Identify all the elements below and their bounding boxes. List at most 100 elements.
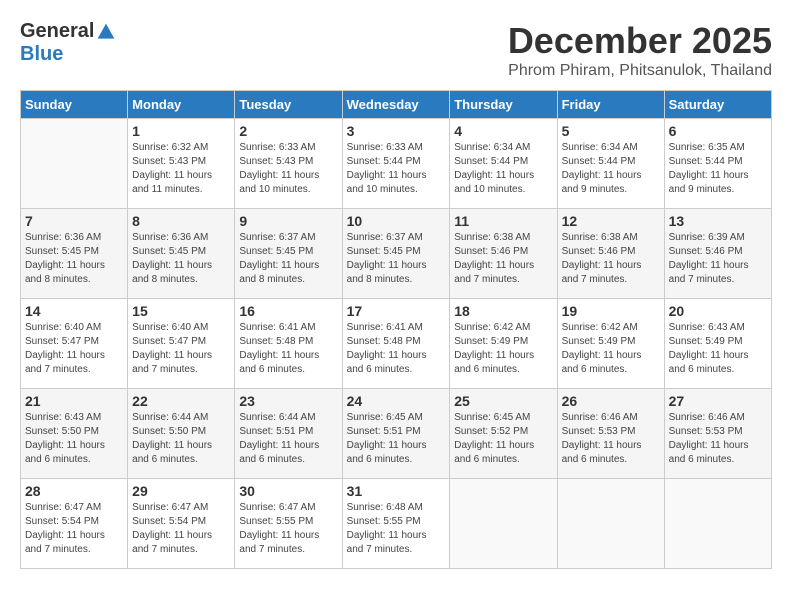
day-info: Sunrise: 6:45 AMSunset: 5:52 PMDaylight:… — [454, 411, 552, 467]
calendar-cell: 8 Sunrise: 6:36 AMSunset: 5:45 PMDaylight… — [128, 209, 235, 299]
day-number: 18 — [454, 303, 552, 319]
day-info: Sunrise: 6:47 AMSunset: 5:54 PMDaylight:… — [25, 501, 123, 557]
calendar-cell: 15Sunrise: 6:40 AMSunset: 5:47 PMDayligh… — [128, 299, 235, 389]
day-info: Sunrise: 6:48 AMSunset: 5:55 PMDaylight:… — [347, 501, 446, 557]
day-info: Sunrise: 6:34 AMSunset: 5:44 PMDaylight:… — [562, 141, 660, 197]
day-info: Sunrise: 6:39 AMSunset: 5:46 PMDaylight:… — [669, 231, 767, 287]
day-number: 7 — [25, 213, 123, 229]
day-info: Sunrise: 6:42 AMSunset: 5:49 PMDaylight:… — [454, 321, 552, 377]
logo-general-text: General — [20, 20, 94, 43]
day-number: 5 — [562, 123, 660, 139]
calendar-cell: 26 Sunrise: 6:46 AMSunset: 5:53 PMDayligh… — [557, 389, 664, 479]
calendar-cell: 6 Sunrise: 6:35 AMSunset: 5:44 PMDaylight… — [664, 119, 771, 209]
day-info: Sunrise: 6:40 AMSunset: 5:47 PMDaylight:… — [132, 321, 230, 377]
calendar-cell: 19 Sunrise: 6:42 AMSunset: 5:49 PMDayligh… — [557, 299, 664, 389]
page-header: General Blue December 2025 Phrom Phiram,… — [20, 20, 772, 80]
day-info: Sunrise: 6:47 AMSunset: 5:54 PMDaylight:… — [132, 501, 230, 557]
day-info: Sunrise: 6:43 AMSunset: 5:49 PMDaylight:… — [669, 321, 767, 377]
day-info: Sunrise: 6:41 AMSunset: 5:48 PMDaylight:… — [347, 321, 446, 377]
calendar-table: SundayMondayTuesdayWednesdayThursdayFrid… — [20, 90, 772, 569]
day-number: 22 — [132, 393, 230, 409]
calendar-week-row: 21 Sunrise: 6:43 AMSunset: 5:50 PMDayligh… — [21, 389, 772, 479]
calendar-cell: 2Sunrise: 6:33 AMSunset: 5:43 PMDaylight… — [235, 119, 342, 209]
calendar-header-row: SundayMondayTuesdayWednesdayThursdayFrid… — [21, 91, 772, 119]
day-number: 23 — [239, 393, 337, 409]
calendar-week-row: 7 Sunrise: 6:36 AMSunset: 5:45 PMDaylight… — [21, 209, 772, 299]
day-info: Sunrise: 6:41 AMSunset: 5:48 PMDaylight:… — [239, 321, 337, 377]
day-number: 29 — [132, 483, 230, 499]
day-number: 20 — [669, 303, 767, 319]
calendar-cell: 11 Sunrise: 6:38 AMSunset: 5:46 PMDayligh… — [450, 209, 557, 299]
calendar-cell: 10 Sunrise: 6:37 AMSunset: 5:45 PMDayligh… — [342, 209, 450, 299]
calendar-cell: 7 Sunrise: 6:36 AMSunset: 5:45 PMDaylight… — [21, 209, 128, 299]
calendar-header-monday: Monday — [128, 91, 235, 119]
calendar-cell: 3 Sunrise: 6:33 AMSunset: 5:44 PMDaylight… — [342, 119, 450, 209]
day-number: 16 — [239, 303, 337, 319]
day-info: Sunrise: 6:44 AMSunset: 5:50 PMDaylight:… — [132, 411, 230, 467]
calendar-cell: 20 Sunrise: 6:43 AMSunset: 5:49 PMDayligh… — [664, 299, 771, 389]
day-info: Sunrise: 6:38 AMSunset: 5:46 PMDaylight:… — [562, 231, 660, 287]
day-info: Sunrise: 6:37 AMSunset: 5:45 PMDaylight:… — [347, 231, 446, 287]
day-number: 10 — [347, 213, 446, 229]
day-number: 9 — [239, 213, 337, 229]
day-info: Sunrise: 6:45 AMSunset: 5:51 PMDaylight:… — [347, 411, 446, 467]
day-info: Sunrise: 6:43 AMSunset: 5:50 PMDaylight:… — [25, 411, 123, 467]
day-number: 19 — [562, 303, 660, 319]
day-info: Sunrise: 6:36 AMSunset: 5:45 PMDaylight:… — [25, 231, 123, 287]
day-number: 8 — [132, 213, 230, 229]
day-number: 12 — [562, 213, 660, 229]
day-info: Sunrise: 6:44 AMSunset: 5:51 PMDaylight:… — [239, 411, 337, 467]
calendar-header-thursday: Thursday — [450, 91, 557, 119]
day-info: Sunrise: 6:36 AMSunset: 5:45 PMDaylight:… — [132, 231, 230, 287]
calendar-cell: 30 Sunrise: 6:47 AMSunset: 5:55 PMDayligh… — [235, 479, 342, 569]
calendar-header-tuesday: Tuesday — [235, 91, 342, 119]
calendar-cell — [664, 479, 771, 569]
calendar-cell: 25Sunrise: 6:45 AMSunset: 5:52 PMDayligh… — [450, 389, 557, 479]
day-number: 26 — [562, 393, 660, 409]
calendar-cell: 24Sunrise: 6:45 AMSunset: 5:51 PMDayligh… — [342, 389, 450, 479]
day-number: 31 — [347, 483, 446, 499]
day-info: Sunrise: 6:35 AMSunset: 5:44 PMDaylight:… — [669, 141, 767, 197]
calendar-cell: 12 Sunrise: 6:38 AMSunset: 5:46 PMDayligh… — [557, 209, 664, 299]
day-info: Sunrise: 6:33 AMSunset: 5:43 PMDaylight:… — [239, 141, 337, 197]
calendar-header-friday: Friday — [557, 91, 664, 119]
calendar-cell: 18 Sunrise: 6:42 AMSunset: 5:49 PMDayligh… — [450, 299, 557, 389]
day-number: 1 — [132, 123, 230, 139]
calendar-week-row: 14Sunrise: 6:40 AMSunset: 5:47 PMDayligh… — [21, 299, 772, 389]
calendar-week-row: 28 Sunrise: 6:47 AMSunset: 5:54 PMDayligh… — [21, 479, 772, 569]
calendar-cell — [557, 479, 664, 569]
day-info: Sunrise: 6:33 AMSunset: 5:44 PMDaylight:… — [347, 141, 446, 197]
calendar-cell: 1 Sunrise: 6:32 AMSunset: 5:43 PMDaylight… — [128, 119, 235, 209]
calendar-cell: 5 Sunrise: 6:34 AMSunset: 5:44 PMDaylight… — [557, 119, 664, 209]
calendar-header-saturday: Saturday — [664, 91, 771, 119]
day-number: 3 — [347, 123, 446, 139]
location-subtitle: Phrom Phiram, Phitsanulok, Thailand — [508, 62, 772, 80]
logo-icon — [96, 22, 116, 42]
calendar-cell: 29 Sunrise: 6:47 AMSunset: 5:54 PMDayligh… — [128, 479, 235, 569]
logo-blue-text: Blue — [20, 43, 63, 66]
calendar-cell: 17 Sunrise: 6:41 AMSunset: 5:48 PMDayligh… — [342, 299, 450, 389]
day-number: 28 — [25, 483, 123, 499]
calendar-cell: 31 Sunrise: 6:48 AMSunset: 5:55 PMDayligh… — [342, 479, 450, 569]
day-info: Sunrise: 6:40 AMSunset: 5:47 PMDaylight:… — [25, 321, 123, 377]
day-info: Sunrise: 6:46 AMSunset: 5:53 PMDaylight:… — [562, 411, 660, 467]
day-number: 4 — [454, 123, 552, 139]
calendar-cell: 16 Sunrise: 6:41 AMSunset: 5:48 PMDayligh… — [235, 299, 342, 389]
calendar-header-sunday: Sunday — [21, 91, 128, 119]
calendar-cell: 27Sunrise: 6:46 AMSunset: 5:53 PMDayligh… — [664, 389, 771, 479]
day-info: Sunrise: 6:32 AMSunset: 5:43 PMDaylight:… — [132, 141, 230, 197]
day-number: 17 — [347, 303, 446, 319]
day-info: Sunrise: 6:47 AMSunset: 5:55 PMDaylight:… — [239, 501, 337, 557]
day-info: Sunrise: 6:42 AMSunset: 5:49 PMDaylight:… — [562, 321, 660, 377]
day-number: 11 — [454, 213, 552, 229]
day-number: 13 — [669, 213, 767, 229]
day-number: 30 — [239, 483, 337, 499]
calendar-cell: 22 Sunrise: 6:44 AMSunset: 5:50 PMDayligh… — [128, 389, 235, 479]
calendar-cell — [21, 119, 128, 209]
day-number: 6 — [669, 123, 767, 139]
logo: General Blue — [20, 20, 116, 66]
calendar-cell: 28 Sunrise: 6:47 AMSunset: 5:54 PMDayligh… — [21, 479, 128, 569]
day-info: Sunrise: 6:38 AMSunset: 5:46 PMDaylight:… — [454, 231, 552, 287]
day-number: 21 — [25, 393, 123, 409]
calendar-cell: 21 Sunrise: 6:43 AMSunset: 5:50 PMDayligh… — [21, 389, 128, 479]
